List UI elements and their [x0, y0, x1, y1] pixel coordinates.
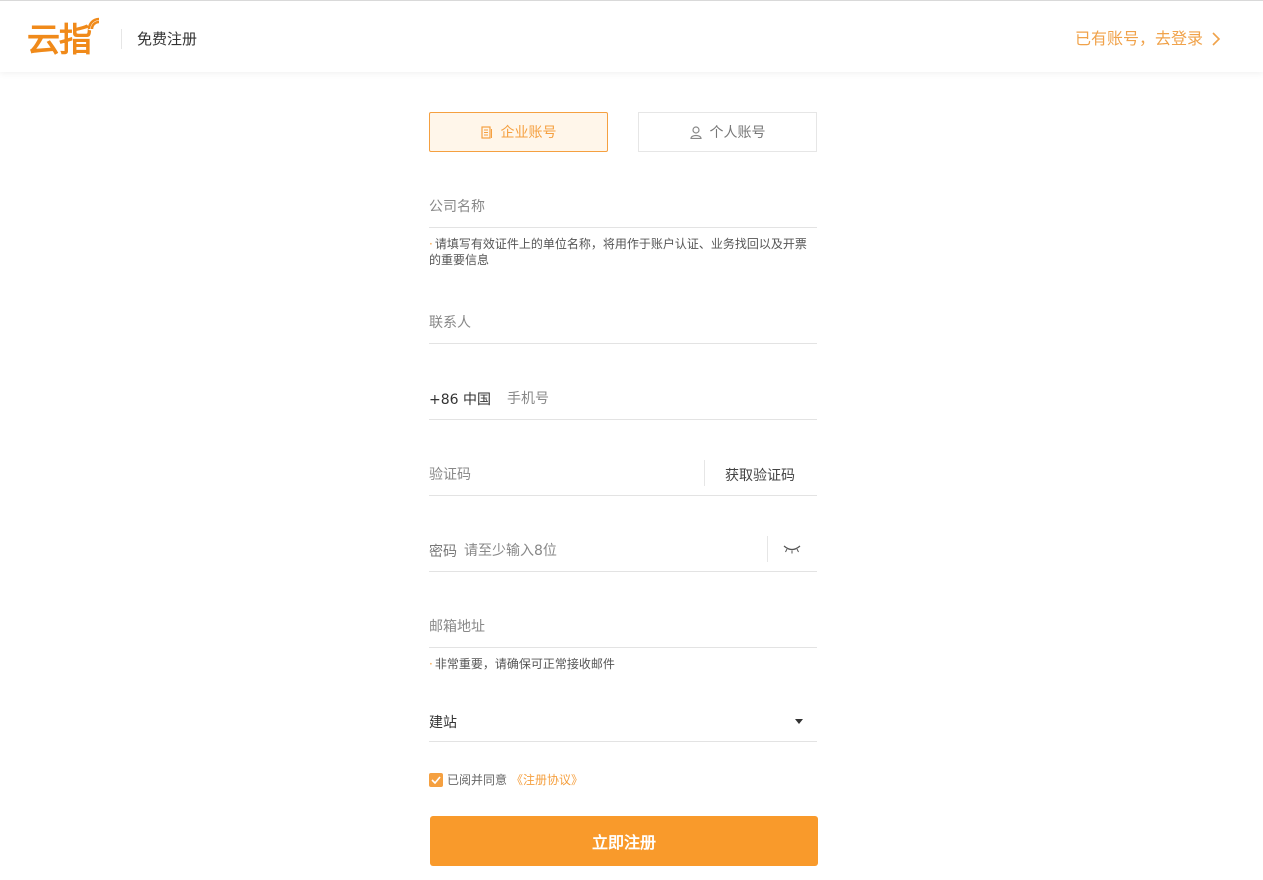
register-form: 企业账号 个人账号 ·请填写有效证件上的单位名称，将用作于账户认证、业务找回以及… [429, 112, 818, 866]
company-hint: · 请填写有效证件上的单位名称，将用作于账户认证、业务找回以及开票的重要信息 [429, 236, 817, 268]
tab-personal[interactable]: 个人账号 [638, 112, 817, 152]
tab-enterprise-label: 企业账号 [500, 125, 557, 141]
company-hint-text: 请填写有效证件上的单位名称，将用作于账户认证、业务找回以及开票的重要信息 [429, 237, 807, 267]
page-title: 免费注册 [137, 30, 198, 48]
header: 云指 免费注册 已有账号，去登录 [0, 0, 1263, 72]
hint-dot: · [429, 657, 433, 671]
contact-field [429, 304, 817, 344]
email-field [429, 608, 817, 648]
tab-personal-label: 个人账号 [709, 125, 766, 141]
document-icon [480, 125, 492, 139]
agreement-row: 已阅并同意 《注册协议》 [429, 771, 583, 788]
phone-field: +86 中国 [429, 380, 817, 420]
agree-text: 已阅并同意 [447, 773, 508, 787]
hint-dot: · [429, 237, 433, 251]
purpose-select-value: 建站 [429, 715, 457, 731]
password-input[interactable] [464, 532, 754, 570]
email-hint-text: 非常重要，请确保可正常接收邮件 [434, 657, 615, 671]
logo-text: 云指 [27, 20, 92, 59]
header-divider [121, 29, 122, 49]
code-field: 获取验证码 [429, 456, 817, 496]
password-divider [767, 536, 768, 562]
phone-input[interactable] [507, 380, 807, 418]
caret-down-icon [795, 719, 803, 724]
signal-icon [87, 17, 100, 30]
agreement-link[interactable]: 《注册协议》 [511, 771, 583, 788]
password-label: 密码 [429, 544, 457, 560]
register-button[interactable]: 立即注册 [430, 816, 818, 866]
country-code-select[interactable]: +86 中国 [429, 389, 491, 409]
tab-enterprise[interactable]: 企业账号 [429, 112, 608, 152]
password-field: 密码 [429, 532, 817, 572]
company-name-input[interactable] [429, 188, 817, 226]
purpose-select[interactable]: 建站 [429, 702, 817, 742]
eye-closed-icon[interactable] [783, 544, 801, 554]
email-input[interactable] [429, 608, 817, 646]
checkmark-icon [431, 775, 441, 784]
contact-input[interactable] [429, 304, 817, 342]
company-field [429, 188, 817, 228]
login-link-label: 已有账号，去登录 [1074, 29, 1203, 48]
account-type-tabs: 企业账号 个人账号 [429, 112, 817, 152]
verification-code-input[interactable] [429, 456, 699, 494]
code-divider [704, 460, 705, 486]
agree-checkbox[interactable] [429, 772, 443, 787]
chevron-right-icon [1212, 32, 1221, 46]
login-link[interactable]: 已有账号，去登录 [1075, 28, 1221, 50]
user-icon [689, 125, 702, 139]
get-code-button[interactable]: 获取验证码 [725, 465, 795, 485]
email-hint: · 非常重要，请确保可正常接收邮件 [429, 656, 817, 672]
logo[interactable]: 云指 [27, 15, 101, 59]
